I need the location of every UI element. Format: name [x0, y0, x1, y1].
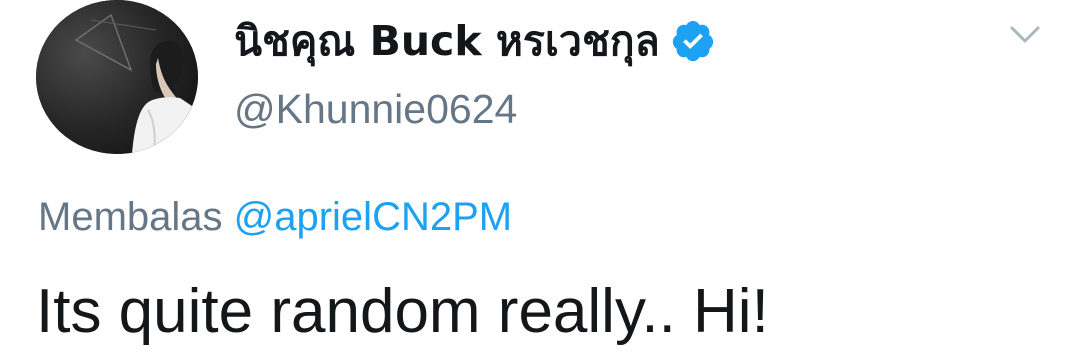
avatar[interactable]	[36, 0, 198, 154]
tweet-text: Its quite random really.. Hi!	[36, 277, 769, 346]
display-name-row[interactable]: นิชคุณ Buck หรเวชกุล	[234, 12, 716, 70]
user-handle[interactable]: @Khunnie0624	[234, 86, 517, 133]
chevron-down-icon[interactable]	[1008, 22, 1042, 48]
reply-mention-link[interactable]: @aprielCN2PM	[234, 195, 512, 239]
reply-prefix: Membalas	[38, 195, 234, 239]
reply-context: Membalas @aprielCN2PM	[38, 195, 512, 240]
display-name[interactable]: นิชคุณ Buck หรเวชกุล	[234, 9, 660, 74]
verified-badge-icon	[670, 18, 716, 64]
avatar-photo	[36, 0, 198, 154]
